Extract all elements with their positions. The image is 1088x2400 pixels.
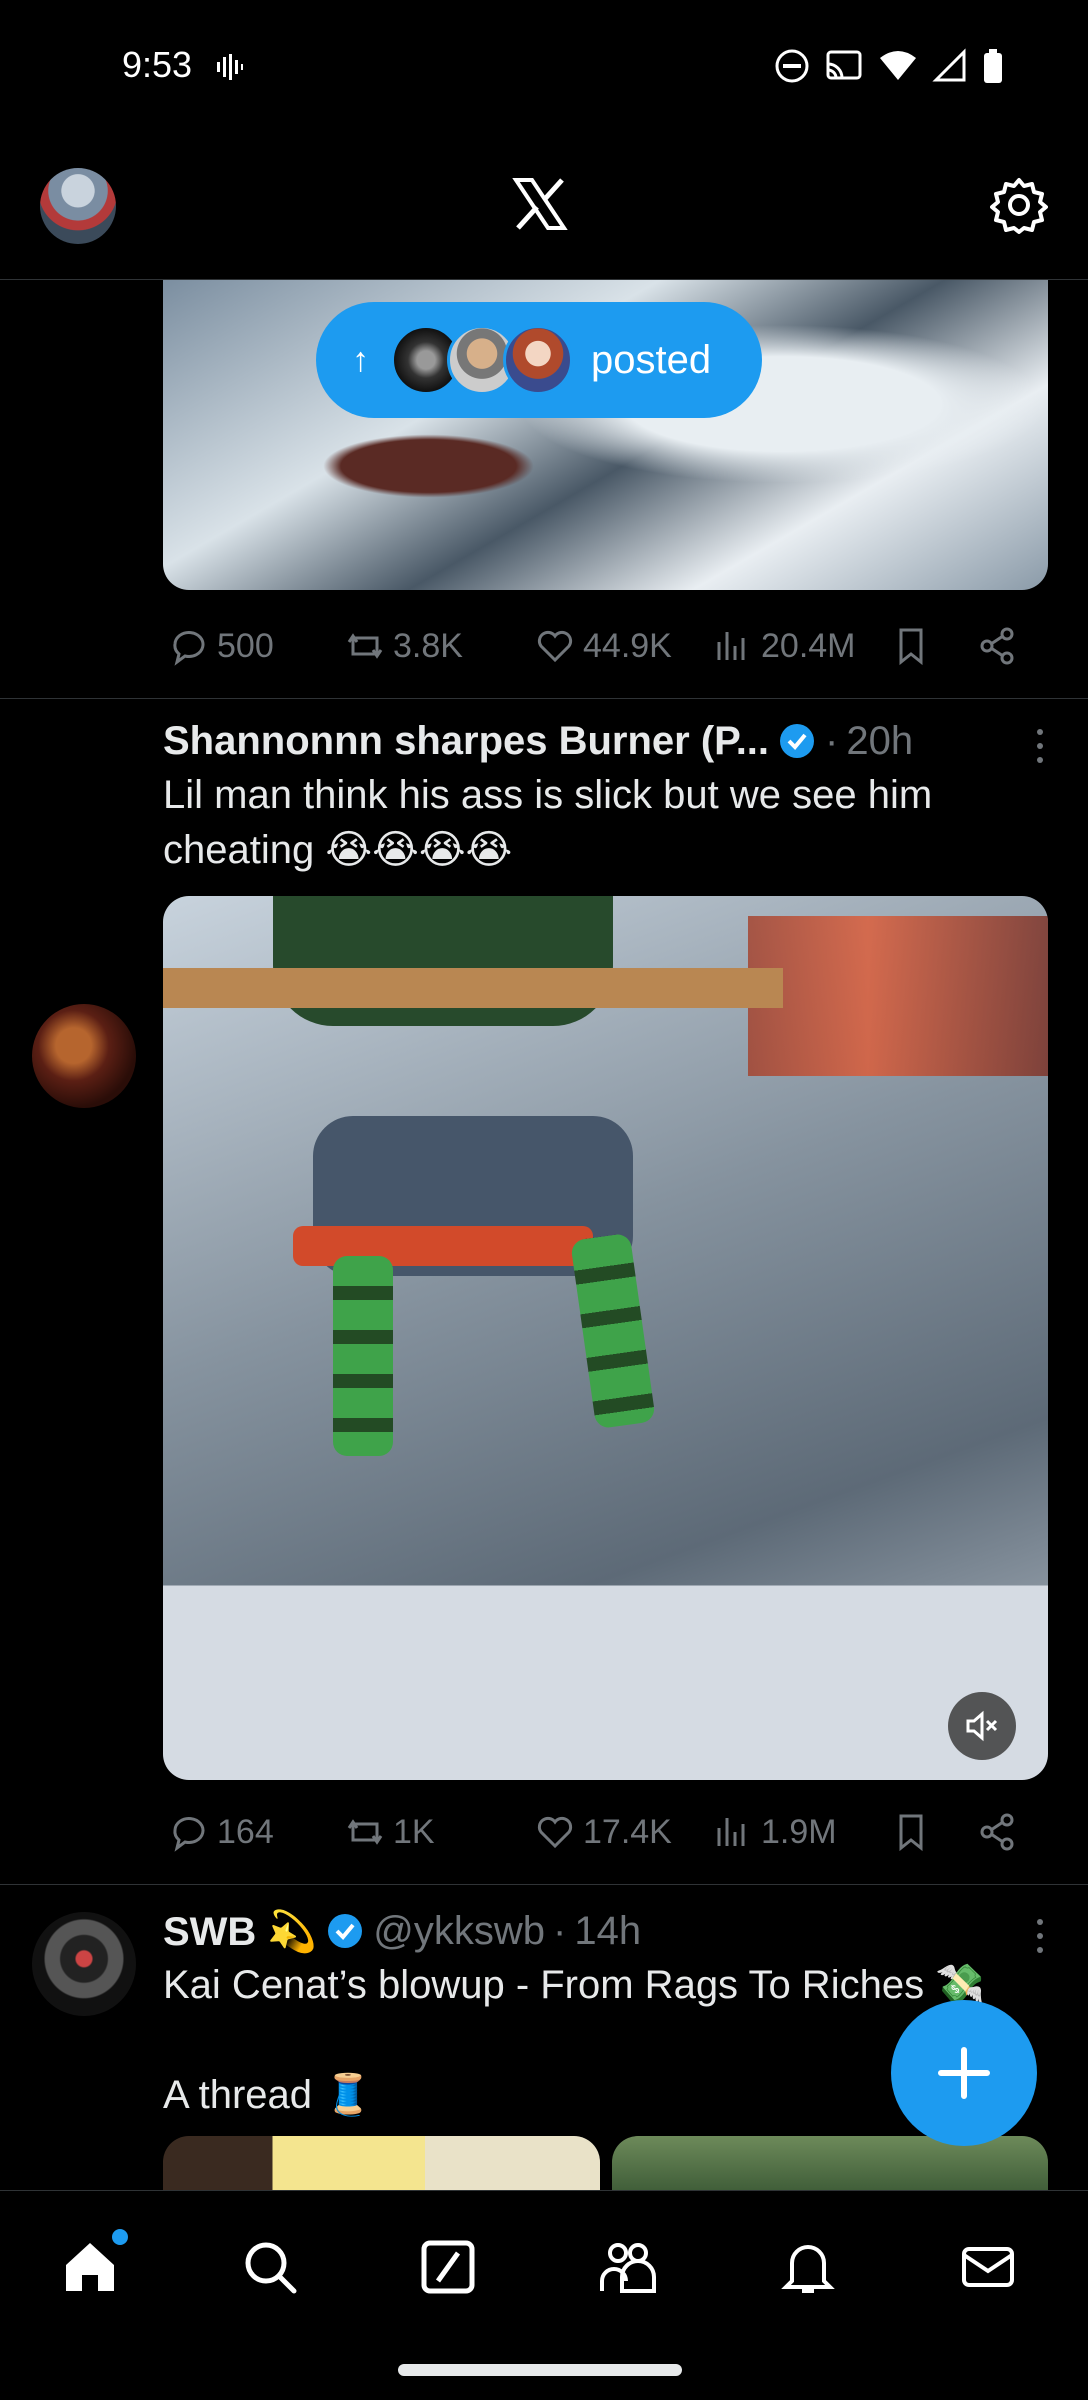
author-handle[interactable]: @ykkswb bbox=[373, 1909, 545, 1954]
dnd-icon bbox=[775, 49, 809, 83]
post-time[interactable]: 14h bbox=[574, 1909, 641, 1954]
author-name[interactable]: Shannonnn sharpes Burner (P... bbox=[163, 719, 769, 764]
like-count: 17.4K bbox=[583, 1812, 672, 1851]
repost-icon bbox=[347, 633, 383, 659]
status-time: 9:53 bbox=[122, 44, 193, 85]
cast-icon bbox=[826, 50, 862, 80]
home-indicator[interactable] bbox=[398, 2364, 682, 2376]
tweet-video[interactable] bbox=[163, 896, 1048, 1780]
video-sock bbox=[570, 1232, 656, 1430]
bookmark-button[interactable] bbox=[889, 1810, 933, 1854]
share-button[interactable] bbox=[975, 1810, 1019, 1854]
pill-avatar bbox=[503, 325, 573, 395]
repost-count: 3.8K bbox=[393, 626, 463, 665]
share-button[interactable] bbox=[975, 624, 1019, 668]
share-icon bbox=[980, 627, 1014, 665]
separator: · bbox=[553, 1908, 567, 1953]
signal-icon bbox=[932, 48, 966, 82]
post-actions: 500 3.8K 44.9K 20.4M bbox=[163, 616, 1048, 676]
bookmark-icon bbox=[899, 1814, 923, 1852]
post-time[interactable]: 20h bbox=[846, 719, 913, 764]
nav-notifications[interactable] bbox=[776, 2235, 840, 2299]
background-chairs bbox=[748, 916, 1048, 1076]
mute-button[interactable] bbox=[948, 1692, 1016, 1760]
repost-icon bbox=[347, 1819, 383, 1845]
timeline-feed[interactable]: ↑ posted 500 3.8K 44.9K 20.4M Shannonnn … bbox=[0, 280, 1088, 2190]
vibrate-icon bbox=[217, 54, 243, 80]
mail-icon bbox=[962, 2247, 1014, 2287]
author-avatar[interactable] bbox=[32, 1004, 136, 1108]
video-desk bbox=[163, 968, 783, 1008]
wifi-icon bbox=[880, 51, 916, 80]
reply-count: 500 bbox=[217, 626, 274, 665]
x-logo-icon[interactable] bbox=[510, 174, 570, 234]
verified-badge-icon bbox=[328, 1914, 363, 1948]
notification-dot bbox=[112, 2229, 128, 2245]
like-button[interactable]: 44.9K bbox=[533, 624, 672, 668]
author-avatar[interactable] bbox=[32, 1912, 136, 2016]
battery-icon bbox=[984, 49, 1002, 83]
reply-icon bbox=[173, 1817, 205, 1852]
bookmark-icon bbox=[899, 628, 923, 666]
nav-messages[interactable] bbox=[956, 2235, 1020, 2299]
separator: · bbox=[825, 718, 839, 763]
post-actions: 164 1K 17.4K 1.9M bbox=[163, 1802, 1048, 1862]
repost-button[interactable]: 3.8K bbox=[343, 624, 463, 668]
posted-label: posted bbox=[591, 337, 712, 382]
top-header bbox=[0, 136, 1088, 280]
status-icons bbox=[774, 48, 1004, 84]
views-button[interactable]: 20.4M bbox=[711, 624, 856, 668]
views-button[interactable]: 1.9M bbox=[711, 1810, 837, 1854]
heart-icon bbox=[537, 1816, 573, 1849]
views-icon bbox=[717, 632, 745, 660]
video-sock bbox=[333, 1256, 393, 1456]
new-posts-pill[interactable]: ↑ posted bbox=[316, 302, 762, 418]
view-count: 20.4M bbox=[761, 626, 856, 665]
author-name[interactable]: SWB 💫 bbox=[163, 1908, 317, 1955]
nav-home[interactable] bbox=[58, 2229, 128, 2299]
tweet-image[interactable] bbox=[163, 2136, 600, 2190]
reply-icon bbox=[173, 631, 205, 666]
tweet-header: Shannonnn sharpes Burner (P... · 20h bbox=[163, 716, 1008, 766]
like-count: 44.9K bbox=[583, 626, 672, 665]
tweet-header: SWB 💫 @ykkswb · 14h bbox=[163, 1906, 1008, 1956]
grok-icon bbox=[421, 2240, 475, 2294]
heart-icon bbox=[537, 630, 573, 663]
home-icon bbox=[66, 2243, 114, 2291]
plus-icon bbox=[938, 2047, 990, 2099]
like-button[interactable]: 17.4K bbox=[533, 1810, 672, 1854]
search-icon bbox=[245, 2242, 297, 2294]
share-icon bbox=[980, 1813, 1014, 1851]
tweet-text: Lil man think his ass is slick but we se… bbox=[163, 773, 933, 872]
more-options-icon[interactable] bbox=[1032, 726, 1048, 766]
repost-count: 1K bbox=[393, 1812, 435, 1851]
tweet-image-grid[interactable] bbox=[163, 2136, 1048, 2190]
nav-grok[interactable] bbox=[416, 2235, 480, 2299]
more-options-icon[interactable] bbox=[1032, 1916, 1048, 1956]
views-icon bbox=[717, 1818, 745, 1846]
speaker-muted-icon bbox=[966, 1710, 998, 1742]
nav-communities[interactable] bbox=[596, 2235, 660, 2299]
view-count: 1.9M bbox=[761, 1812, 837, 1851]
bookmark-button[interactable] bbox=[889, 624, 933, 668]
reply-count: 164 bbox=[217, 1812, 274, 1851]
tweet-text-line: Kai Cenat’s blowup - From Rags To Riches… bbox=[163, 1963, 985, 2007]
arrow-up-icon: ↑ bbox=[352, 340, 369, 379]
repost-button[interactable]: 1K bbox=[343, 1810, 435, 1854]
reply-button[interactable]: 164 bbox=[167, 1810, 274, 1854]
status-bar: 9:53 bbox=[0, 0, 1088, 136]
nav-search[interactable] bbox=[238, 2235, 302, 2299]
verified-badge-icon bbox=[780, 724, 815, 758]
my-profile-avatar[interactable] bbox=[40, 168, 116, 244]
compose-post-button[interactable] bbox=[891, 2000, 1037, 2146]
gear-icon[interactable] bbox=[990, 176, 1048, 234]
bell-icon bbox=[781, 2245, 835, 2293]
post-divider bbox=[0, 1884, 1088, 1885]
communities-icon bbox=[600, 2243, 656, 2293]
reply-button[interactable]: 500 bbox=[167, 624, 274, 668]
tweet-image[interactable] bbox=[611, 2136, 1048, 2190]
